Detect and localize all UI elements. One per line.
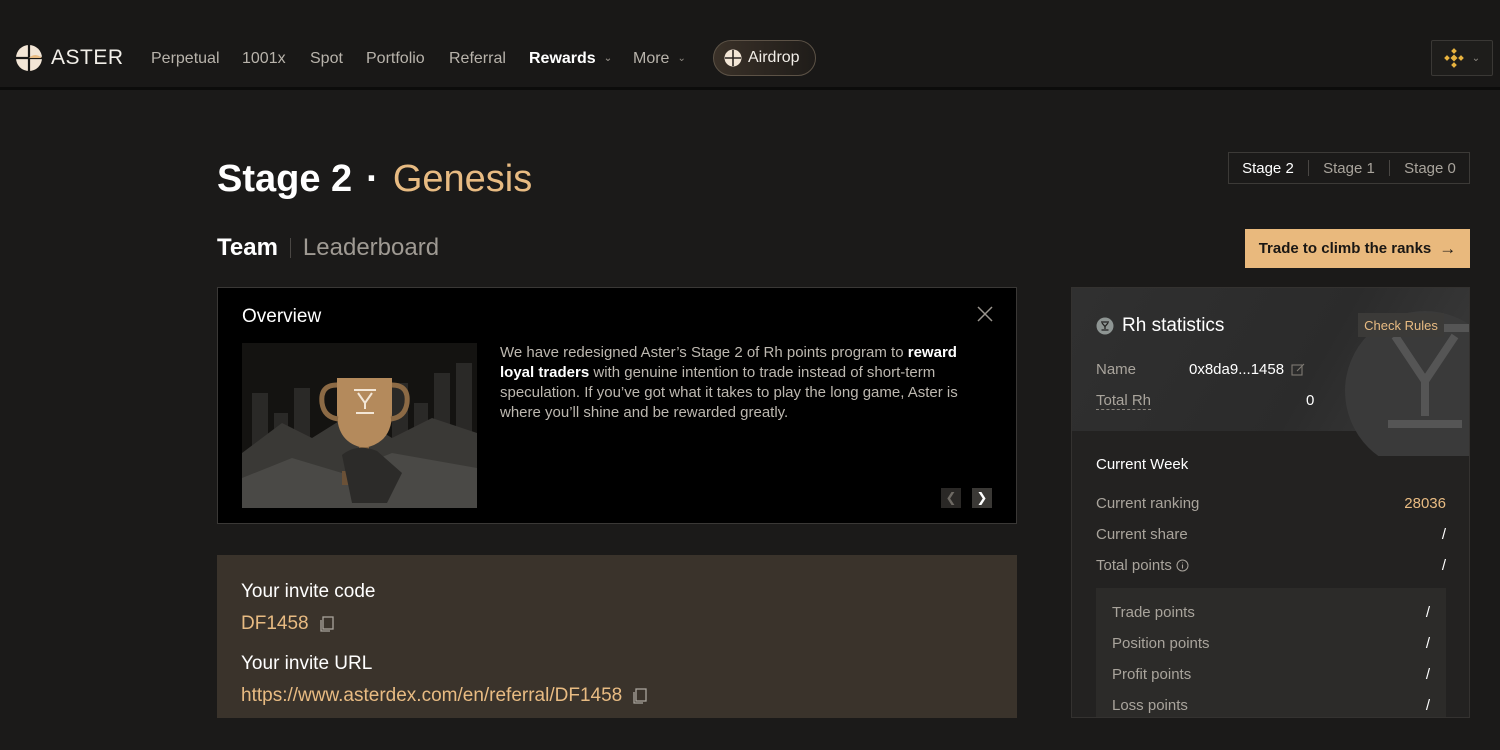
tab-stage-2[interactable]: Stage 2 [1242,160,1294,177]
page-title-stage: Stage 2 [217,158,353,200]
nav-referral[interactable]: Referral [449,50,506,68]
total-rh-label: Total Rh [1096,392,1152,410]
tab-stage-0[interactable]: Stage 0 [1404,160,1456,177]
airdrop-button[interactable]: Airdrop [713,40,816,76]
current-share-row: Current share / [1096,526,1446,543]
total-rh-label-text: Total Rh [1096,392,1152,410]
chevron-left-icon: ❮ [945,490,957,505]
name-row: 0x8da9...1458 [1189,361,1305,378]
trophy-illustration [242,343,477,508]
invite-url-label: Your invite URL [241,653,373,674]
invite-card: Your invite code DF1458 Your invite URL … [217,555,1017,718]
loss-points-row: Loss points / [1112,697,1430,714]
page-title: Stage 2 · Genesis [217,158,532,201]
nav-portfolio[interactable]: Portfolio [366,50,425,68]
invite-url-row: https://www.asterdex.com/en/referral/DF1… [241,685,648,707]
rh-statistics-title: Rh statistics [1096,315,1224,337]
invite-code-label: Your invite code [241,581,376,602]
current-ranking-label: Current ranking [1096,495,1200,512]
profit-points-label: Profit points [1112,666,1192,683]
chevron-right-icon: ❯ [976,490,988,505]
position-points-value: / [1425,635,1430,652]
name-value: 0x8da9...1458 [1189,361,1285,378]
current-ranking-row: Current ranking 28036 [1096,495,1446,512]
copy-icon[interactable] [632,688,648,704]
current-week-title: Current Week [1096,456,1189,473]
close-icon[interactable] [975,304,995,324]
overview-description: We have redesigned Aster’s Stage 2 of Rh… [500,343,990,423]
invite-code-row: DF1458 [241,613,335,635]
carousel-prev-button[interactable]: ❮ [941,488,961,508]
rh-statistics-panel: Rh statistics Check Rules Name 0x8da9...… [1071,287,1470,718]
rh-statistics-title-text: Rh statistics [1122,315,1225,336]
overview-card: Overview We have redesigned Aster’s Stag… [217,287,1017,524]
chevron-down-icon: ⌄ [1471,52,1481,64]
name-label: Name [1096,361,1137,378]
trade-points-label: Trade points [1112,604,1195,621]
overview-text-part-1: We have redesigned Aster’s Stage 2 of Rh… [500,344,908,361]
current-share-value: / [1441,526,1446,543]
tab-divider [1388,160,1390,176]
title-separator: · [366,158,379,200]
nav-more[interactable]: More ⌄ [633,50,686,68]
nav-more-label: More [633,50,670,67]
aster-logo-icon [16,45,42,71]
total-points-label-wrap: Total points [1096,557,1189,574]
check-rules-button[interactable]: Check Rules [1358,313,1444,337]
chevron-down-icon: ⌄ [677,53,686,64]
nav-rewards[interactable]: Rewards ⌄ [529,50,612,68]
tab-divider [1307,160,1309,176]
nav-spot[interactable]: Spot [310,50,343,68]
airdrop-label: Airdrop [748,49,800,66]
chevron-down-icon: ⌄ [603,53,613,64]
bnb-chain-icon [1443,48,1464,68]
profit-points-row: Profit points / [1112,666,1430,683]
invite-code-value: DF1458 [241,613,309,634]
trade-to-climb-button[interactable]: Trade to climb the ranks → [1245,229,1470,268]
total-points-label: Total points [1096,557,1172,574]
tab-stage-1[interactable]: Stage 1 [1323,160,1375,177]
position-points-row: Position points / [1112,635,1430,652]
info-icon[interactable] [1176,559,1189,572]
brand-name: ASTER [51,46,124,69]
edit-icon[interactable] [1291,363,1305,377]
carousel-next-button[interactable]: ❯ [972,488,992,508]
overview-title: Overview [242,306,322,327]
profit-points-value: / [1425,666,1430,683]
aster-coin-icon [724,49,742,67]
stage-selector: Stage 2 Stage 1 Stage 0 [1228,152,1470,184]
wallet-network-button[interactable]: ⌄ [1431,40,1493,76]
nav-perpetual[interactable]: Perpetual [151,50,220,68]
trade-points-row: Trade points / [1112,604,1430,621]
page-title-accent: Genesis [392,158,533,200]
cta-label: Trade to climb the ranks [1258,240,1432,257]
view-tabs: Team Leaderboard [217,234,439,262]
invite-url-value[interactable]: https://www.asterdex.com/en/referral/DF1… [241,685,622,707]
tab-divider [289,238,291,258]
total-points-row: Total points / [1096,557,1446,574]
total-rh-value: 0 [1306,392,1315,409]
top-nav: ASTER Perpetual 1001x Spot Portfolio Ref… [0,0,1500,90]
trade-points-value: / [1425,604,1430,621]
tab-leaderboard[interactable]: Leaderboard [303,234,439,262]
copy-icon[interactable] [319,616,335,632]
loss-points-label: Loss points [1112,697,1188,714]
current-ranking-value: 28036 [1404,495,1446,512]
rh-token-icon [1096,317,1114,335]
tab-team[interactable]: Team [217,234,278,262]
points-breakdown: Trade points / Position points / Profit … [1096,588,1446,717]
trophy-icon [242,343,477,508]
position-points-label: Position points [1112,635,1210,652]
nav-1001x[interactable]: 1001x [242,50,286,68]
brand-logo[interactable]: ASTER [15,44,124,72]
current-share-label: Current share [1096,526,1188,543]
loss-points-value: / [1425,697,1430,714]
nav-rewards-label: Rewards [529,50,596,67]
arrow-right-icon: → [1439,238,1457,258]
total-points-value: / [1441,557,1446,574]
